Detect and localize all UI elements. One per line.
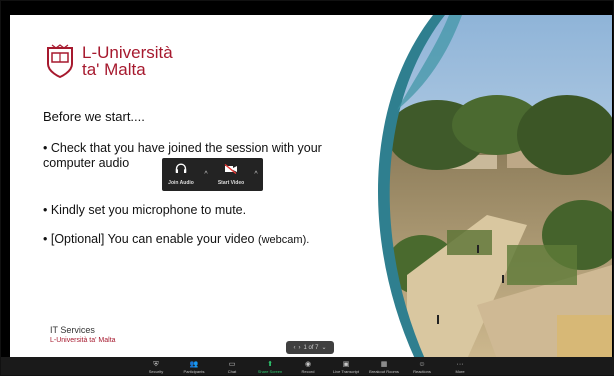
toolbar-share-screen[interactable]: ⬆ Share Screen xyxy=(251,357,289,375)
prev-slide-icon[interactable]: ‹ xyxy=(293,345,295,351)
start-video-label: Start Video xyxy=(217,179,245,186)
logo-line2: ta' Malta xyxy=(82,60,146,79)
zoom-toolbar: ⛨ Security 👥 Participants ▭ Chat ⬆ Share… xyxy=(1,357,614,375)
zoom-window: L-Università ta' Malta Before we start..… xyxy=(0,0,614,376)
bullet-video: • [Optional] You can enable your video (… xyxy=(43,232,309,248)
toolbar-label: Record xyxy=(301,369,315,374)
toolbar-label: Participants xyxy=(183,369,205,374)
campus-photo xyxy=(327,15,612,359)
toolbar-label: Chat xyxy=(227,369,237,374)
pager-text: 1 of 7 xyxy=(303,344,319,351)
share-screen-icon: ⬆ xyxy=(267,361,273,368)
bullet-video-main: • [Optional] You can enable your video xyxy=(43,232,258,246)
university-logo: L-Università ta' Malta xyxy=(46,43,173,79)
toolbar-label: Security xyxy=(148,369,164,374)
next-slide-icon[interactable]: › xyxy=(298,345,300,351)
chat-icon: ▭ xyxy=(228,361,236,368)
join-audio-button[interactable]: Join Audio xyxy=(162,158,200,191)
headphones-icon xyxy=(175,163,187,177)
toolbar-label: Reactions xyxy=(413,369,431,374)
toolbar-live-transcript[interactable]: ▣ Live Transcript xyxy=(327,357,365,375)
toolbar-chat[interactable]: ▭ Chat xyxy=(213,357,251,375)
shield-icon: ⛨ xyxy=(153,361,159,368)
logo-line1: L-Università xyxy=(82,43,173,62)
pager-chevron-icon[interactable]: ⌄ xyxy=(321,344,326,351)
slide-pager[interactable]: ‹ › 1 of 7 ⌄ xyxy=(286,341,334,354)
toolbar-breakout-rooms[interactable]: ▦ Breakout Rooms xyxy=(365,357,403,375)
chevron-up-icon[interactable]: ^ xyxy=(250,171,262,178)
slide-heading: Before we start.... xyxy=(43,109,145,124)
bullet-video-webcam: (webcam). xyxy=(257,234,310,246)
toolbar-label: Live Transcript xyxy=(332,369,359,374)
toolbar-reactions[interactable]: ☺ Reactions xyxy=(403,357,441,375)
toolbar-label: More xyxy=(455,369,465,374)
participants-icon: 👥 xyxy=(189,361,199,368)
footer-dept: IT Services xyxy=(50,325,95,335)
start-video-button[interactable]: Start Video xyxy=(212,158,250,191)
more-icon: ··· xyxy=(456,361,464,368)
presentation-slide: L-Università ta' Malta Before we start..… xyxy=(10,15,612,359)
join-audio-label: Join Audio xyxy=(168,180,194,186)
toolbar-participants[interactable]: 👥 Participants xyxy=(175,357,213,375)
cc-icon: ▣ xyxy=(342,361,350,368)
reactions-icon: ☺ xyxy=(418,361,426,368)
toolbar-label: Breakout Rooms xyxy=(369,369,399,374)
toolbar-more[interactable]: ··· More xyxy=(441,357,479,375)
toolbar-record[interactable]: ◉ Record xyxy=(289,357,327,375)
toolbar-label: Share Screen xyxy=(257,369,283,374)
video-off-icon xyxy=(224,163,238,177)
zoom-av-popup: Join Audio ^ Start Video ^ xyxy=(162,158,263,191)
footer-university: L-Università ta' Malta xyxy=(50,337,116,344)
toolbar-security[interactable]: ⛨ Security xyxy=(137,357,175,375)
crest-icon xyxy=(46,44,74,79)
bullet-mute: • Kindly set you microphone to mute. xyxy=(43,203,247,217)
breakout-icon: ▦ xyxy=(380,361,388,368)
record-icon: ◉ xyxy=(304,361,312,368)
chevron-up-icon[interactable]: ^ xyxy=(200,171,212,178)
